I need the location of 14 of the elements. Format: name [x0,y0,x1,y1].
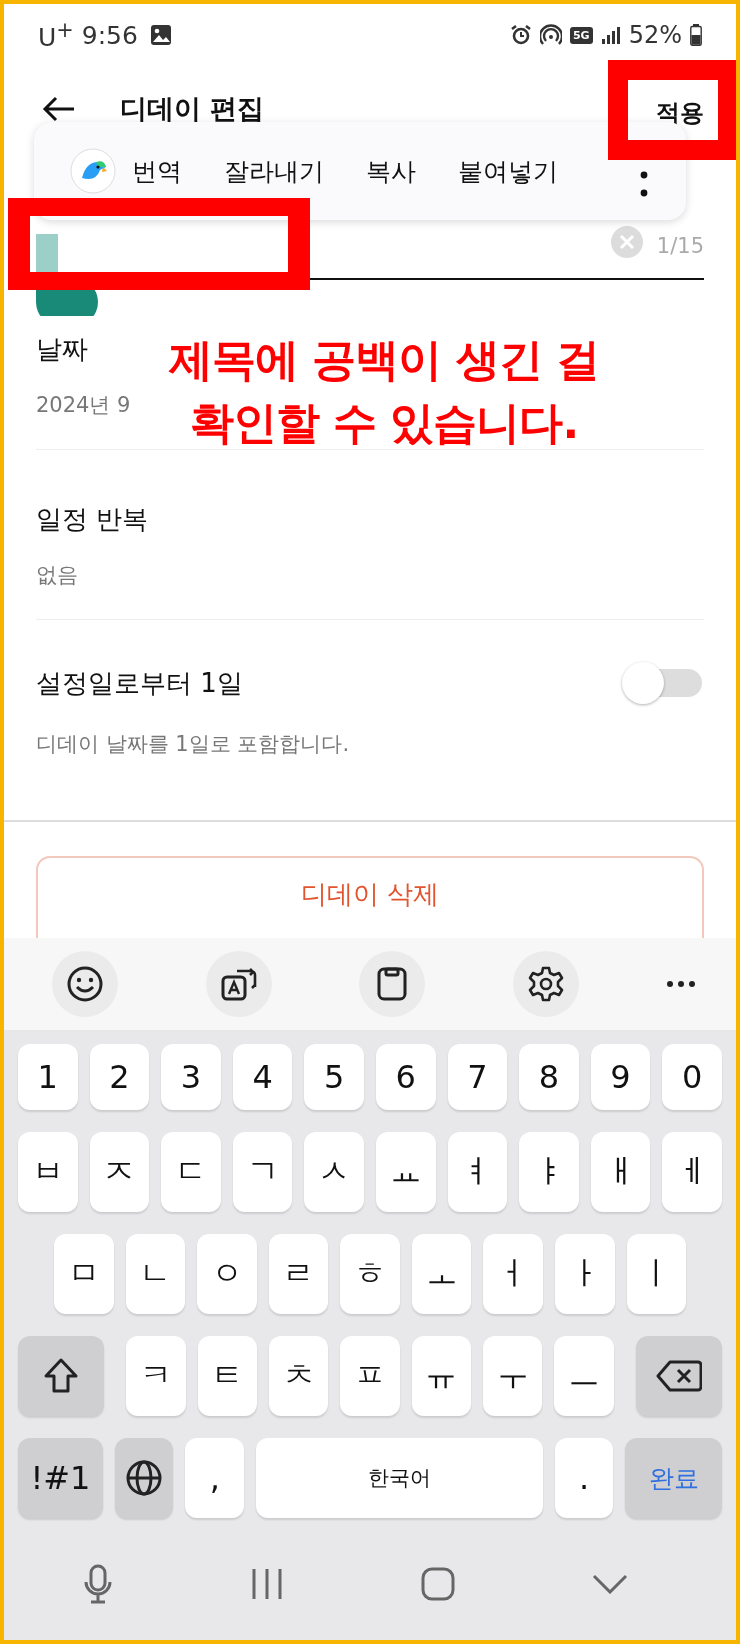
battery-level: 52% [628,21,682,49]
annotation-text: 제목에 공백이 생긴 걸 [169,334,599,387]
setting-label: 설정일로부터 1일 [36,666,243,700]
setting-value: 2024년 9 [36,392,132,419]
screen-title: 디데이 편집 [120,92,265,126]
character-counter: 1/15 [656,234,704,258]
network-indicator: 5G [569,26,593,44]
setting-label: 일정 반복 [36,503,149,536]
clock: 9:56 [81,20,138,50]
setting-description: 디데이 날짜를 1일로 포함합니다. [36,731,351,758]
annotation-text: 확인할 수 있습니다. [189,396,579,450]
carrier: U$^{+}$ [38,17,74,53]
setting-label: 날짜 [36,333,88,366]
setting-value: 없음 [36,562,79,589]
